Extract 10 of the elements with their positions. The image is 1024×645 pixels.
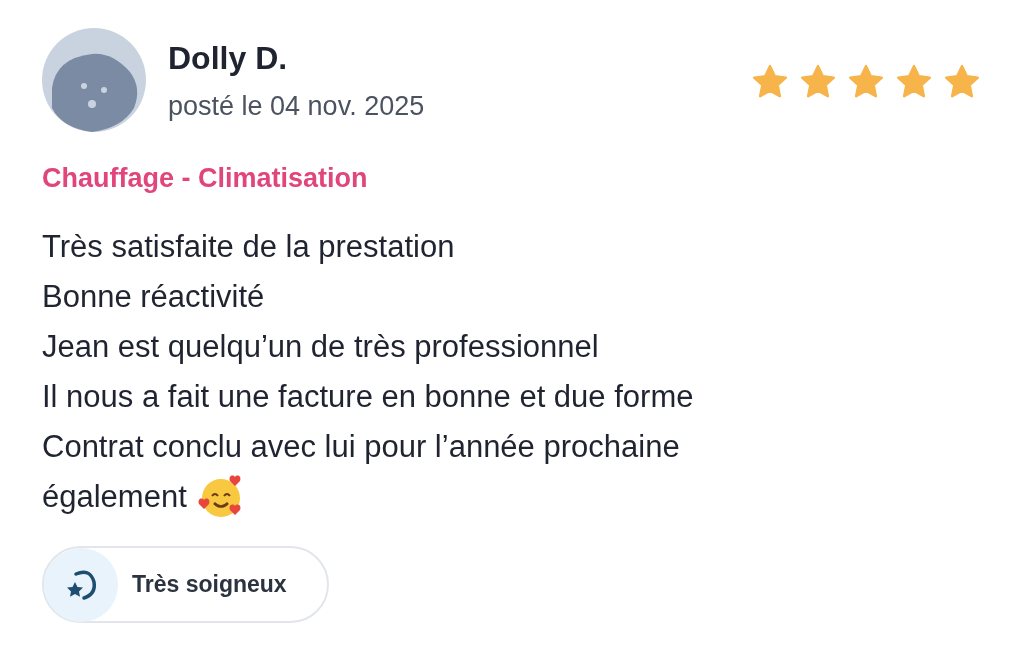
badge-label: Très soigneux <box>132 570 287 600</box>
author-name: Dolly D. <box>168 39 289 78</box>
review-text-line: également <box>42 478 187 516</box>
category-label: Chauffage - Climatisation <box>42 162 369 195</box>
review-text-line: Contrat conclu avec lui pour l’année prochaine <box>42 428 680 466</box>
review-text-line: Très satisfaite de la prestation <box>42 228 455 266</box>
post-date: posté le 04 nov. 2025 <box>168 90 425 123</box>
review-text-line: Jean est quelqu’un de très professionnel <box>42 328 599 366</box>
review-text-line: Il nous a fait une facture en bonne et due forme <box>42 378 694 416</box>
review-text-line: Bonne réactivité <box>42 278 265 316</box>
